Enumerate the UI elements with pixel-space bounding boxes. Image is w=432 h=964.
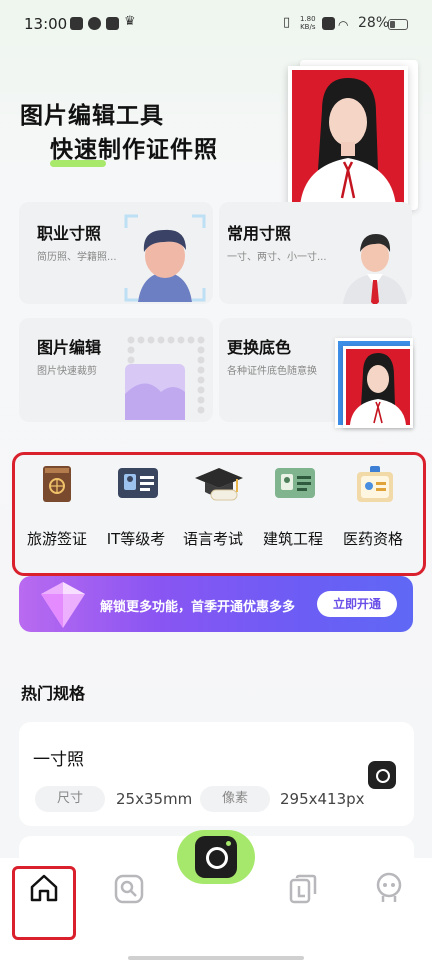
camera-icon[interactable] [368,761,396,789]
id-card-icon [116,466,158,500]
section-title: 热门规格 [21,684,86,703]
status-time: 13:00 [24,15,68,33]
status-bar: 13:00 ♛ ▯ 1.80 KB/s ◠ 28% [0,0,432,46]
size-label-pill: 尺寸 [35,786,105,812]
feature-label: 语言考试 [182,530,243,548]
card-bg-title: 更换底色 [227,338,292,357]
play-icon [106,17,119,30]
card-job-title: 职业寸照 [37,224,102,243]
close-box-icon [322,17,335,30]
diamond-icon [41,582,85,628]
card-common-photo[interactable]: 常用寸照 一寸、两寸、小一寸... [219,202,412,306]
feature-label: 医药资格 [342,530,403,548]
feature-travel-visa[interactable]: 旅游签证 [22,466,92,550]
avatar-man-icon [124,214,206,302]
feature-label: IT等级考 [106,530,166,548]
pixel-value: 295x413px [280,790,365,808]
card-edit-title: 图片编辑 [37,338,102,357]
card-common-sub: 一寸、两寸、小一寸... [227,252,327,263]
card-image-edit[interactable]: 图片编辑 图片快速裁剪 [19,318,213,422]
net-speed-unit: KB/s [300,23,316,31]
home-indicator [128,956,304,960]
feature-medical[interactable]: 医药资格 [338,466,408,550]
passport-icon [37,466,77,502]
wifi-icon: ◠ [338,18,349,32]
feature-construction[interactable]: 建筑工程 [258,466,328,550]
home-highlight [12,866,76,940]
feature-label: 旅游签证 [26,530,87,548]
feature-language-exam[interactable]: 语言考试 [178,466,248,550]
hero-title: 图片编辑工具 [20,103,164,129]
battery-icon [388,19,408,30]
avatar-suit-icon [339,224,411,306]
promo-text: 解锁更多功能，首季开通优惠多多 [100,600,296,615]
card-common-title: 常用寸照 [227,224,292,243]
badge-icon [353,466,393,502]
camera-icon[interactable] [195,836,237,878]
activate-now-button[interactable]: 立即开通 [317,591,397,617]
battery-text: 28% [358,15,390,31]
card-job-photo[interactable]: 职业寸照 简历照、学籍照... [19,202,213,304]
mail-icon [70,17,83,30]
copy-icon [289,874,317,904]
card-job-sub: 简历照、学籍照... [37,252,117,263]
red-bg-photo [343,346,413,428]
nav-profile[interactable] [374,872,404,902]
feature-it-exam[interactable]: IT等级考 [101,466,171,550]
check-icon [88,17,101,30]
nav-edit[interactable] [114,874,144,904]
spec-name: 一寸照 [33,750,84,770]
card-edit-sub: 图片快速裁剪 [37,366,97,377]
graduation-cap-icon [193,466,243,501]
id-photo-illustration [288,66,408,210]
crown-icon: ♛ [124,14,136,29]
edit-icon [114,874,144,904]
card-bg-sub: 各种证件底色随意换 [227,366,317,377]
net-speed-value: 1.80 [300,15,316,23]
pixel-label-pill: 像素 [200,786,270,812]
size-value: 25x35mm [116,790,193,808]
net-speed: 1.80 KB/s [300,15,316,31]
license-card-icon [273,466,315,500]
card-change-bg[interactable]: 更换底色 各种证件底色随意换 [219,318,413,428]
vibrate-icon: ▯ [283,15,291,30]
hero-subtitle: 快速制作证件照 [50,137,218,163]
image-crop-icon [123,330,213,422]
nav-copy[interactable] [289,874,319,904]
feature-label: 建筑工程 [262,530,323,548]
profile-icon [376,872,402,902]
